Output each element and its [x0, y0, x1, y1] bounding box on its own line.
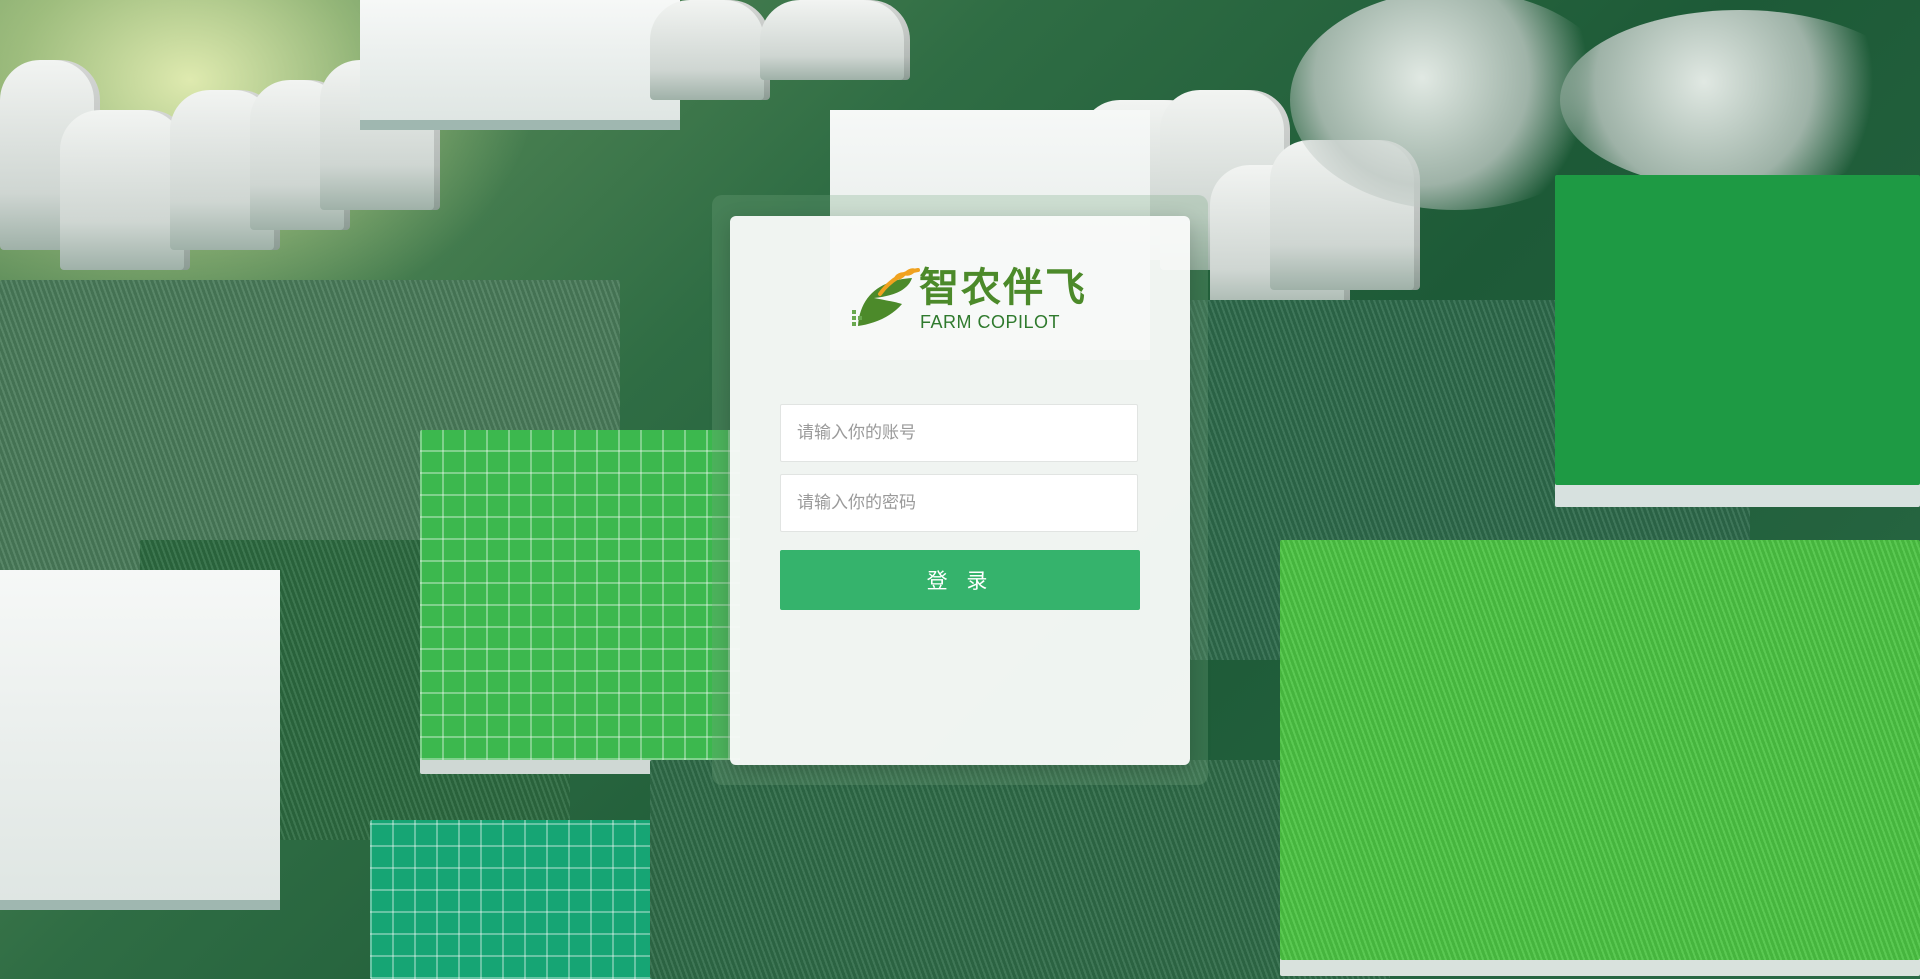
greenhouse — [760, 0, 910, 80]
white-roof — [360, 0, 680, 120]
password-input[interactable] — [780, 474, 1138, 532]
green-roof — [1555, 175, 1920, 485]
leaf-wheat-logo-icon — [852, 268, 920, 326]
brand-logo: 智农伴飞 FARM COPILOT — [850, 264, 1085, 336]
account-input[interactable] — [780, 404, 1138, 462]
white-roof — [0, 570, 280, 900]
login-card: 智农伴飞 FARM COPILOT 登 录 — [730, 216, 1190, 765]
crop-field — [650, 760, 1390, 979]
grid-greenhouse — [420, 430, 740, 760]
brand-name-en: FARM COPILOT — [920, 312, 1061, 332]
greenhouse — [650, 0, 770, 100]
brand-name-cn: 智农伴飞 — [919, 265, 1087, 311]
login-button[interactable]: 登 录 — [780, 550, 1140, 610]
cloud — [1560, 10, 1920, 190]
green-roof — [1280, 540, 1920, 960]
